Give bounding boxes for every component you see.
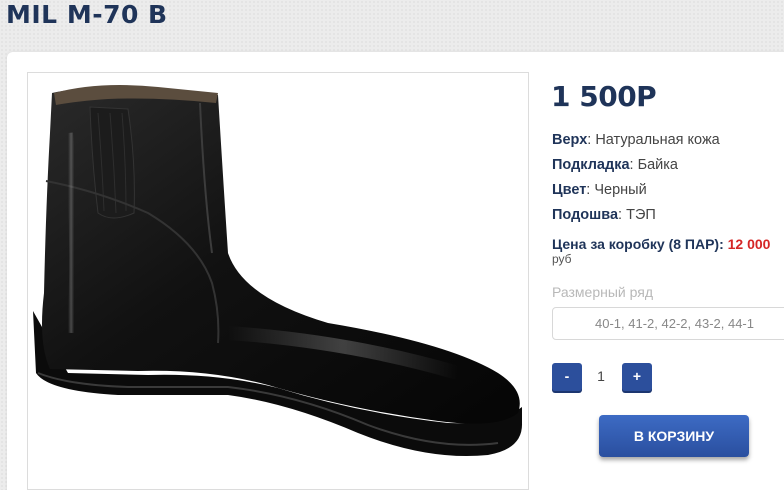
quantity-increase-button[interactable]: +: [622, 363, 652, 391]
box-price-value: 12 000: [727, 236, 771, 252]
spec-value: : Черный: [586, 182, 647, 198]
spec-upper: Верх: Натуральная кожа: [552, 132, 720, 148]
quantity-value[interactable]: 1: [590, 368, 612, 384]
box-price-label: Цена за коробку (8 ПАР):: [552, 236, 728, 252]
product-price: 1 500Р: [551, 80, 657, 113]
spec-sole: Подошва: ТЭП: [552, 207, 656, 223]
spec-label: Подошва: [552, 207, 619, 223]
spec-label: Подкладка: [552, 157, 630, 173]
spec-value: : ТЭП: [618, 207, 656, 223]
spec-value: : Байка: [629, 157, 678, 173]
box-price: Цена за коробку (8 ПАР): 12 000: [552, 236, 770, 252]
boot-image: [33, 85, 523, 457]
add-to-cart-button[interactable]: В КОРЗИНУ: [599, 415, 749, 457]
spec-color: Цвет: Черный: [552, 182, 647, 198]
spec-label: Верх: [552, 132, 588, 148]
page-title: MIL M-70 B: [6, 0, 168, 29]
size-range-select[interactable]: 40-1, 41-2, 42-2, 43-2, 44-1: [552, 307, 784, 340]
quantity-decrease-button[interactable]: -: [552, 363, 582, 391]
spec-label: Цвет: [552, 182, 587, 198]
spec-lining: Подкладка: Байка: [552, 157, 678, 173]
spec-value: : Натуральная кожа: [587, 132, 720, 148]
product-photo[interactable]: [27, 72, 529, 490]
box-price-unit: руб: [552, 252, 572, 266]
size-range-label: Размерный ряд: [552, 284, 654, 300]
